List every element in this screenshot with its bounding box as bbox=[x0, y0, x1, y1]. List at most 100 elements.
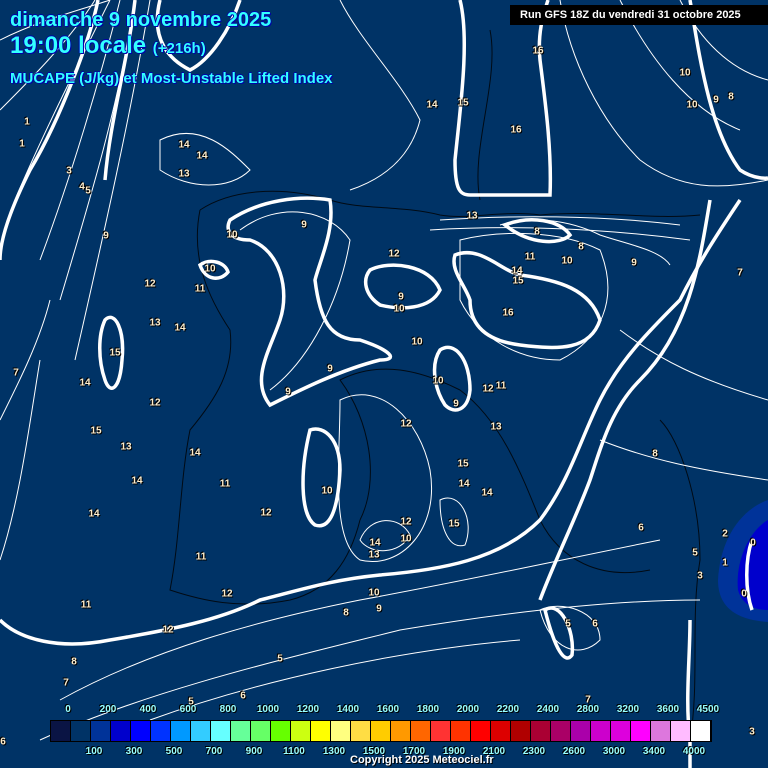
contour-label: 12 bbox=[221, 588, 233, 600]
contour-label: 0 bbox=[741, 588, 747, 600]
contour-label: 14 bbox=[196, 150, 208, 162]
colorbar-swatch bbox=[451, 721, 471, 741]
contour-label: 8 bbox=[728, 91, 734, 103]
colorbar-swatch bbox=[691, 721, 711, 741]
contour-label: 5 bbox=[277, 653, 283, 665]
contour-label: 10 bbox=[432, 375, 444, 387]
contour-label: 11 bbox=[495, 380, 507, 392]
contour-label: 7 bbox=[63, 677, 69, 689]
colorbar-tick-label: 1100 bbox=[283, 746, 305, 757]
product-title: MUCAPE (J/kg) et Most-Unstable Lifted In… bbox=[10, 70, 333, 87]
contour-label: 9 bbox=[713, 94, 719, 106]
contour-label: 9 bbox=[398, 291, 404, 303]
contour-label: 13 bbox=[178, 168, 190, 180]
colorbar-swatch bbox=[51, 721, 71, 741]
colorbar-swatch bbox=[611, 721, 631, 741]
contour-label: 12 bbox=[144, 278, 156, 290]
contour-label: 11 bbox=[219, 478, 231, 490]
colorbar-tick-label: 400 bbox=[139, 704, 157, 715]
colorbar-tick-label: 2800 bbox=[576, 704, 600, 715]
colorbar-tick-label: 500 bbox=[165, 746, 183, 757]
colorbar-swatch bbox=[511, 721, 531, 741]
contour-label: 15 bbox=[448, 518, 460, 530]
colorbar-swatch bbox=[131, 721, 151, 741]
contour-label: 14 bbox=[174, 322, 186, 334]
colorbar-tick-label: 2300 bbox=[522, 746, 546, 757]
contour-label: 14 bbox=[79, 377, 91, 389]
colorbar-swatch bbox=[631, 721, 651, 741]
contour-label: 9 bbox=[301, 219, 307, 231]
contour-label: 4 bbox=[79, 181, 85, 193]
contour-label: 11 bbox=[80, 599, 92, 611]
contour-label: 10 bbox=[393, 303, 405, 315]
contour-label: 9 bbox=[285, 386, 291, 398]
contour-label: 3 bbox=[749, 726, 755, 738]
contour-label: 13 bbox=[120, 441, 132, 453]
colorbar-swatch bbox=[331, 721, 351, 741]
contour-label: 10 bbox=[204, 263, 216, 275]
contour-label: 14 bbox=[178, 139, 190, 151]
colorbar-tick-label: 0 bbox=[65, 704, 71, 715]
contour-label: 14 bbox=[458, 478, 470, 490]
colorbar-swatch bbox=[271, 721, 291, 741]
colorbar-swatch bbox=[291, 721, 311, 741]
colorbar-swatch bbox=[251, 721, 271, 741]
contour-label: 12 bbox=[260, 507, 272, 519]
colorbar-tick-label: 1600 bbox=[376, 704, 400, 715]
contour-label: 10 bbox=[226, 229, 238, 241]
colorbar-tick-label: 4500 bbox=[696, 704, 720, 715]
colorbar-tick-label: 3400 bbox=[642, 746, 666, 757]
contour-label: 12 bbox=[162, 624, 174, 636]
colorbar-swatch bbox=[391, 721, 411, 741]
colorbar-swatch bbox=[111, 721, 131, 741]
contour-label: 13 bbox=[368, 549, 380, 561]
contour-label: 10 bbox=[561, 255, 573, 267]
colorbar-swatch bbox=[411, 721, 431, 741]
colorbar bbox=[50, 720, 712, 742]
thick-contours bbox=[0, 0, 768, 768]
contour-label: 11 bbox=[524, 251, 536, 263]
contour-label: 9 bbox=[103, 230, 109, 242]
contour-label: 5 bbox=[692, 547, 698, 559]
colorbar-swatch bbox=[211, 721, 231, 741]
contour-label: 9 bbox=[631, 257, 637, 269]
contour-label: 3 bbox=[66, 165, 72, 177]
contour-label: 7 bbox=[737, 267, 743, 279]
contour-label: 3 bbox=[697, 570, 703, 582]
contour-label: 14 bbox=[369, 537, 381, 549]
colorbar-tick-label: 900 bbox=[245, 746, 263, 757]
colorbar-swatch bbox=[71, 721, 91, 741]
contour-label: 9 bbox=[376, 603, 382, 615]
contour-label: 10 bbox=[321, 485, 333, 497]
run-banner: Run GFS 18Z du vendredi 31 octobre 2025 bbox=[510, 5, 768, 25]
colorbar-tick-label: 2600 bbox=[562, 746, 586, 757]
contour-label: 8 bbox=[343, 607, 349, 619]
contour-label: 10 bbox=[686, 99, 698, 111]
colorbar-tick-label: 1400 bbox=[336, 704, 360, 715]
colorbar-swatch bbox=[651, 721, 671, 741]
colorbar-tick-label: 300 bbox=[125, 746, 143, 757]
contour-label: 16 bbox=[502, 307, 514, 319]
contour-label: 9 bbox=[453, 398, 459, 410]
colorbar-tick-label: 3000 bbox=[602, 746, 626, 757]
colorbar-tick-label: 2400 bbox=[536, 704, 560, 715]
contour-label: 8 bbox=[71, 656, 77, 668]
forecast-time: 19:00 locale (+216h) bbox=[10, 32, 206, 60]
contour-label: 13 bbox=[466, 210, 478, 222]
contour-label: 1 bbox=[24, 116, 30, 128]
colorbar-swatch bbox=[351, 721, 371, 741]
contour-label: 11 bbox=[195, 551, 207, 563]
contour-label: 14 bbox=[88, 508, 100, 520]
contour-label: 15 bbox=[457, 97, 469, 109]
colorbar-tick-label: 4000 bbox=[682, 746, 706, 757]
contour-label: 5 bbox=[565, 618, 571, 630]
contour-label: 14 bbox=[426, 99, 438, 111]
colorbar-tick-label: 1200 bbox=[296, 704, 320, 715]
contour-label: 13 bbox=[490, 421, 502, 433]
colorbar-swatch bbox=[471, 721, 491, 741]
contour-label: 9 bbox=[327, 363, 333, 375]
contour-label: 6 bbox=[240, 690, 246, 702]
colorbar-swatch bbox=[531, 721, 551, 741]
forecast-date: dimanche 9 novembre 2025 bbox=[10, 9, 272, 31]
contour-label: 8 bbox=[534, 226, 540, 238]
